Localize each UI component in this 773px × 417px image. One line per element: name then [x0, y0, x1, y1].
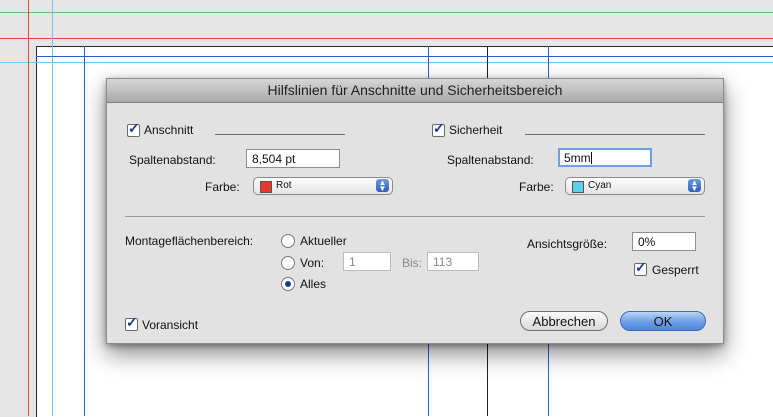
checkmark-icon: ✓: [433, 120, 445, 136]
preview-label: Voransicht: [142, 318, 199, 332]
locked-label: Gesperrt: [652, 263, 699, 277]
bleed-label: Anschnitt: [144, 123, 194, 137]
dialog-title: Hilfslinien für Anschnitte und Sicherhei…: [267, 82, 563, 98]
safety-spacing-label: Spaltenabstand:: [447, 153, 534, 167]
bleed-checkbox[interactable]: ✓: [127, 120, 140, 137]
dialog-titlebar[interactable]: Hilfslinien für Anschnitte und Sicherhei…: [107, 79, 723, 103]
guide-red-vertical: [28, 0, 29, 416]
radio-current-label: Aktueller: [300, 234, 347, 248]
text-caret: [590, 152, 592, 164]
bleed-spacing-input[interactable]: 8,504 pt: [246, 149, 340, 168]
cancel-button[interactable]: Abbrechen: [520, 311, 608, 331]
radio-from-label: Von:: [300, 256, 325, 270]
from-input[interactable]: 1: [343, 252, 391, 271]
to-label: Bis:: [402, 256, 423, 270]
safety-color-label: Farbe:: [519, 180, 554, 194]
guide-green: [0, 12, 773, 13]
bleed-color-swatch: [260, 181, 272, 193]
guide-cyan-vertical-left: [52, 0, 53, 416]
bleed-spacing-label: Spaltenabstand:: [129, 153, 216, 167]
preview-checkbox[interactable]: ✓: [125, 314, 138, 331]
safety-label: Sicherheit: [449, 123, 503, 137]
radio-all-label: Alles: [300, 277, 327, 291]
bleed-color-select[interactable]: Rot ▲ ▼: [253, 177, 393, 195]
select-arrows-icon: ▲ ▼: [688, 179, 701, 193]
select-arrows-icon: ▲ ▼: [376, 179, 389, 193]
view-size-label: Ansichtsgröße:: [527, 237, 608, 251]
radio-selected-dot: [285, 281, 291, 287]
guide-blue-horizontal: [36, 56, 773, 57]
ok-button[interactable]: OK: [620, 311, 706, 331]
artboard-range-label: Montageflächenbereich:: [125, 234, 254, 248]
radio-from[interactable]: [281, 256, 295, 270]
safety-color-swatch: [572, 181, 584, 193]
checkmark-icon: ✓: [126, 314, 138, 330]
safety-spacing-input[interactable]: 5mm: [558, 148, 652, 167]
radio-current[interactable]: [281, 234, 295, 248]
bleed-rule: [215, 134, 345, 135]
view-size-input[interactable]: 0%: [632, 232, 696, 251]
guide-red-horizontal: [0, 38, 773, 39]
bleed-color-label: Farbe:: [205, 180, 240, 194]
safety-color-value: Cyan: [588, 180, 612, 191]
section-divider: [125, 216, 705, 217]
guide-cyan-horizontal: [0, 62, 773, 63]
guide-blue-vertical-1: [84, 46, 85, 416]
guides-dialog: Hilfslinien für Anschnitte und Sicherhei…: [106, 78, 724, 344]
safety-rule: [525, 134, 705, 135]
safety-color-select[interactable]: Cyan ▲ ▼: [565, 177, 705, 195]
locked-checkbox[interactable]: ✓: [634, 259, 647, 276]
to-input[interactable]: 113: [427, 252, 479, 271]
checkmark-icon: ✓: [128, 120, 140, 136]
bleed-color-value: Rot: [276, 180, 292, 191]
checkmark-icon: ✓: [635, 259, 647, 275]
safety-checkbox[interactable]: ✓: [432, 120, 445, 137]
safety-spacing-value: 5mm: [564, 151, 591, 165]
radio-all[interactable]: [281, 277, 295, 291]
